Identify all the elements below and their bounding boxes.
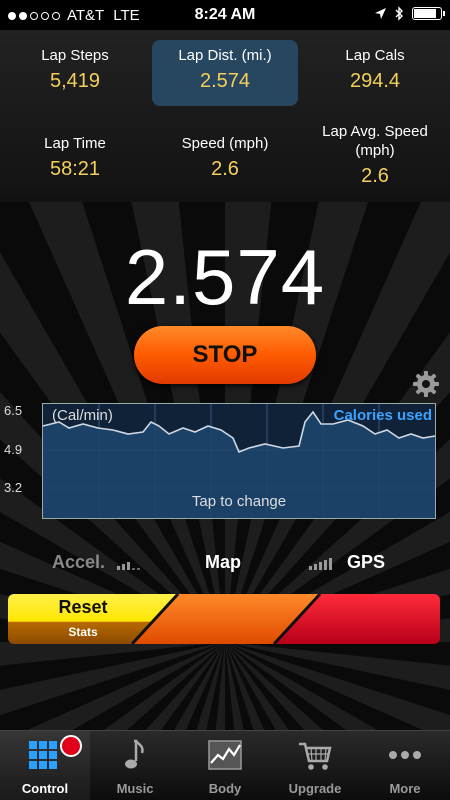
y-tick-label: 4.9 (4, 442, 23, 457)
tab-music[interactable]: Music (90, 731, 180, 800)
stat-lap-avg-speed[interactable]: Lap Avg. Speed (mph) 2.6 (300, 122, 450, 200)
recording-badge (60, 735, 82, 757)
stat-lap-cals[interactable]: Lap Cals 294.4 (300, 42, 450, 106)
graph-series-label: Calories used (333, 407, 432, 424)
tracking-modes: Accel. Map GPS (0, 552, 450, 582)
battery-icon (412, 7, 445, 20)
stat-lap-distance[interactable]: Lap Dist. (mi.) 2.574 (152, 40, 298, 106)
status-icons (374, 6, 445, 21)
stat-speed[interactable]: Speed (mph) 2.6 (150, 134, 300, 200)
reset-label: Reset (58, 597, 108, 617)
reset-slider[interactable]: Reset Stats (8, 594, 440, 644)
stop-button[interactable]: STOP (134, 326, 316, 384)
graph-unit-label: (Cal/min) (52, 407, 113, 424)
tab-bar: Control Music Body Upgrade More (0, 730, 450, 800)
accel-signal-icon (117, 562, 140, 570)
chart-icon (208, 740, 242, 770)
gps-signal-icon (309, 558, 332, 570)
accel-mode[interactable]: Accel. (52, 552, 105, 573)
grid-icon (29, 741, 57, 769)
bluetooth-icon (395, 6, 403, 21)
stat-label: Speed (mph) (181, 135, 269, 152)
stat-value: 2.6 (211, 158, 239, 180)
stats-label: Stats (68, 625, 98, 639)
stat-value: 2.574 (199, 70, 251, 92)
stat-lap-steps[interactable]: Lap Steps 5,419 (0, 42, 150, 106)
y-tick-label: 6.5 (4, 403, 23, 418)
tab-body[interactable]: Body (180, 731, 270, 800)
stat-value: 58:21 (49, 158, 101, 180)
stat-value: 294.4 (349, 70, 401, 92)
stat-label: Lap Time (44, 135, 106, 152)
more-dots-icon (389, 751, 421, 759)
main-display: 2.574 STOP 6.5 4.9 3.2 (Cal/min) Calorie… (0, 202, 450, 730)
main-distance-value: 2.574 (124, 233, 326, 321)
stat-label: Lap Steps (41, 47, 109, 64)
graph-hint: Tap to change (191, 493, 287, 510)
gear-icon[interactable] (412, 370, 440, 398)
tab-upgrade[interactable]: Upgrade (270, 731, 360, 800)
tab-more[interactable]: More (360, 731, 450, 800)
location-arrow-icon (375, 8, 386, 19)
lap-stats-panel: Lap Steps 5,419 Lap Dist. (mi.) 2.574 La… (0, 30, 450, 202)
stat-value: 2.6 (361, 165, 389, 187)
stat-lap-time[interactable]: Lap Time 58:21 (0, 134, 150, 200)
gps-mode[interactable]: GPS (347, 552, 385, 573)
tab-label: Control (21, 781, 69, 796)
tab-label: Music (116, 781, 154, 796)
cart-icon (299, 742, 332, 770)
tab-label: Upgrade (288, 781, 342, 796)
y-tick-label: 3.2 (4, 480, 23, 495)
status-bar: AT&T LTE 8:24 AM (0, 0, 450, 30)
tab-label: Body (208, 781, 242, 796)
stat-label: Lap Cals (345, 47, 405, 64)
stat-label: Lap Dist. (mi.) (178, 47, 272, 64)
tab-label: More (389, 781, 421, 796)
music-note-icon (125, 739, 144, 769)
stat-value: 5,419 (49, 70, 101, 92)
map-mode[interactable]: Map (205, 552, 241, 573)
tab-control[interactable]: Control (0, 731, 90, 800)
stat-label: Lap Avg. Speed (mph) (322, 123, 428, 159)
